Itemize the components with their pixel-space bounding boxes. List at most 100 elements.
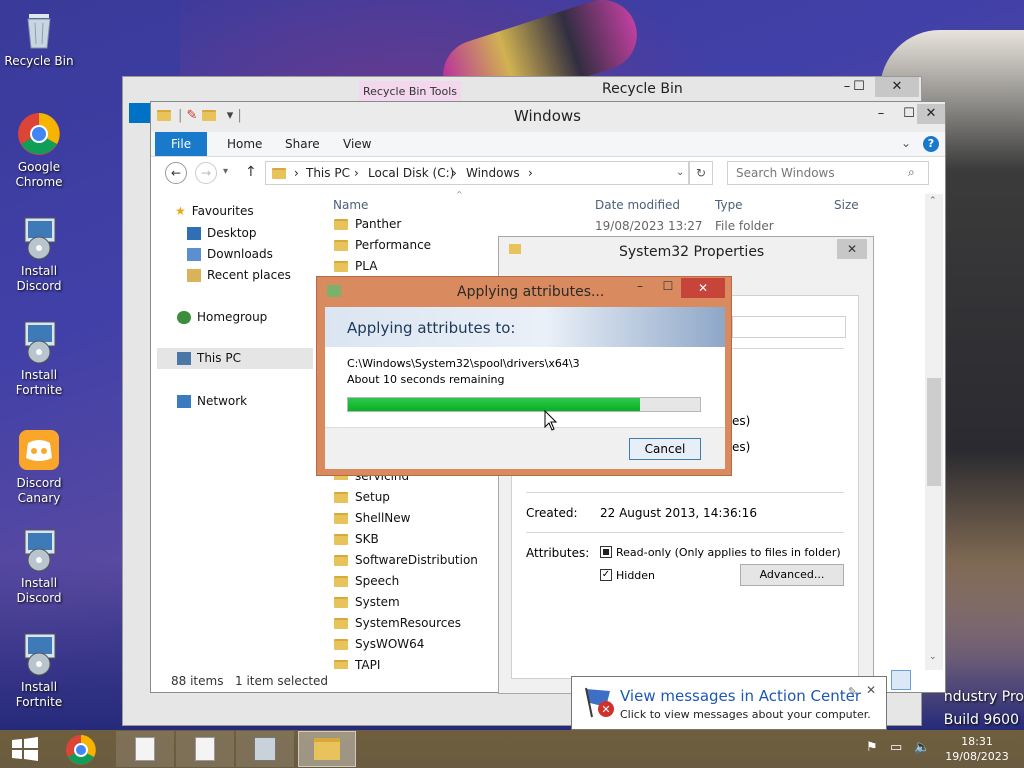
desktop-icon-install-discord[interactable]: Install Discord — [0, 528, 78, 606]
address-dropdown-icon[interactable]: ⌄ — [676, 167, 684, 178]
desktop-icon-install-fortnite[interactable]: Install Fortnite — [0, 320, 78, 398]
list-item[interactable]: SKB — [334, 529, 379, 550]
settings-icon[interactable]: ✎ — [848, 685, 857, 698]
large-icons-view-icon[interactable] — [915, 670, 935, 690]
dialog-header: Applying attributes to: — [325, 307, 725, 347]
close-button[interactable]: ✕ — [681, 278, 725, 298]
network-tray-icon[interactable]: ▭ — [890, 740, 902, 755]
taskbar-file-explorer-button[interactable] — [298, 731, 356, 767]
list-item[interactable]: SoftwareDistribution — [334, 550, 478, 571]
close-icon[interactable]: ✕ — [866, 683, 876, 697]
taskbar-notepad-button[interactable] — [176, 731, 234, 767]
close-button[interactable]: ✕ — [875, 77, 919, 97]
cancel-button[interactable]: Cancel — [629, 438, 701, 460]
breadcrumb-windows[interactable]: Windows — [466, 166, 520, 180]
tab-home[interactable]: Home — [215, 132, 274, 156]
volume-muted-icon[interactable]: 🔈 — [914, 740, 930, 755]
search-box[interactable]: Search Windows ⌕ — [727, 161, 929, 185]
tab-view[interactable]: View — [331, 132, 383, 156]
breadcrumb-separator: › — [452, 166, 457, 180]
hidden-checkbox[interactable]: ✓ — [600, 569, 612, 581]
vertical-scrollbar[interactable]: ⌃ ⌄ — [925, 194, 943, 670]
readonly-checkbox[interactable] — [600, 546, 612, 558]
column-header-size[interactable]: Size — [834, 198, 859, 212]
status-selection: 1 item selected — [235, 674, 329, 688]
taskbar-chrome-icon[interactable] — [64, 733, 98, 767]
attributes-label: Attributes: — [526, 546, 590, 560]
breadcrumb-separator: › — [528, 166, 533, 180]
recycle-bin-tools-tab[interactable]: Recycle Bin Tools — [359, 81, 461, 103]
desktop-icon-install-discord[interactable]: Install Discord — [0, 216, 78, 294]
system-clock[interactable]: 18:31 19/08/2023 — [938, 734, 1016, 764]
properties-partial-text: es) — [732, 440, 751, 454]
folder-icon — [334, 618, 348, 629]
breadcrumb-local-disk[interactable]: Local Disk (C:) — [368, 166, 454, 180]
column-header-name[interactable]: Name — [333, 198, 368, 212]
expand-ribbon-icon[interactable]: ⌄ — [901, 136, 911, 150]
list-item[interactable]: Performance — [334, 235, 431, 256]
list-item[interactable]: SystemResources — [334, 613, 461, 634]
sidebar-item-homegroup[interactable]: Homegroup — [177, 310, 267, 324]
sidebar-item-desktop[interactable]: Desktop — [187, 226, 257, 240]
list-item[interactable]: Setup — [334, 487, 390, 508]
recent-places-icon — [187, 269, 201, 282]
column-header-date[interactable]: Date modified — [595, 198, 680, 212]
maximize-button[interactable]: ☐ — [845, 77, 873, 97]
list-item[interactable]: Speech — [334, 571, 399, 592]
list-item[interactable]: System — [334, 592, 400, 613]
desktop-icon-install-fortnite[interactable]: Install Fortnite — [0, 632, 78, 710]
file-name: Speech — [355, 574, 400, 588]
forward-button[interactable]: → — [195, 162, 217, 184]
apply-attributes-dialog[interactable]: Applying attributes... – ☐ ✕ Applying at… — [316, 276, 732, 476]
recent-locations-icon[interactable]: ▾ — [223, 166, 228, 177]
up-button[interactable]: ↑ — [245, 164, 257, 180]
sidebar-item-downloads[interactable]: Downloads — [187, 247, 273, 261]
sidebar-favourites[interactable]: ★ Favourites — [175, 204, 254, 218]
refresh-icon[interactable]: ↻ — [689, 161, 713, 185]
help-icon[interactable]: ? — [923, 136, 939, 152]
scrollbar-thumb[interactable] — [927, 378, 941, 486]
clock-date: 19/08/2023 — [945, 750, 1009, 763]
minimize-button[interactable]: – — [627, 279, 653, 299]
list-item[interactable]: Panther — [334, 214, 401, 235]
list-item[interactable]: PLA — [334, 256, 377, 277]
folder-icon — [509, 244, 521, 254]
list-item[interactable]: ShellNew — [334, 508, 410, 529]
column-header-type[interactable]: Type — [715, 198, 743, 212]
back-button[interactable]: ← — [165, 162, 187, 184]
minimize-button[interactable]: – — [867, 104, 895, 124]
address-bar[interactable]: › This PC › Local Disk (C:) › Windows › … — [265, 161, 689, 185]
tab-share[interactable]: Share — [273, 132, 332, 156]
search-input[interactable]: Search Windows — [736, 166, 835, 180]
desktop-icon-discord-canary[interactable]: Discord Canary — [0, 428, 78, 506]
maximize-button[interactable]: ☐ — [655, 279, 681, 299]
taskbar-installer-button[interactable] — [236, 731, 294, 767]
discord-canary-icon — [17, 428, 61, 472]
advanced-button[interactable]: Advanced... — [740, 564, 844, 586]
close-button[interactable]: ✕ — [837, 239, 867, 259]
taskbar-notepad-button[interactable] — [116, 731, 174, 767]
dialog-heading: Applying attributes to: — [347, 319, 516, 337]
action-center-notification[interactable]: ✕ View messages in Action Center Click t… — [571, 676, 887, 730]
hidden-label: Hidden — [616, 569, 656, 582]
breadcrumb-this-pc[interactable]: This PC — [306, 166, 350, 180]
list-item[interactable]: TAPI — [334, 655, 380, 669]
action-center-tray-icon[interactable]: ⚑ — [866, 740, 878, 755]
start-button[interactable] — [10, 736, 40, 762]
sidebar-item-recent-places[interactable]: Recent places — [187, 268, 291, 282]
file-name: Panther — [355, 217, 402, 231]
details-view-icon[interactable] — [891, 670, 911, 690]
ribbon: File Home Share View ⌄ ? — [151, 132, 945, 157]
tab-file[interactable]: File — [155, 132, 208, 156]
quick-access-toolbar[interactable]: | ✎ ▾ | — [157, 108, 242, 123]
desktop-icon-recycle-bin[interactable]: Recycle Bin — [0, 6, 78, 69]
desktop-icon-google-chrome[interactable]: Google Chrome — [0, 112, 78, 190]
sidebar-item-network[interactable]: Network — [177, 394, 247, 408]
close-button[interactable]: ✕ — [917, 104, 945, 124]
sidebar-item-this-pc[interactable]: This PC — [157, 348, 313, 369]
file-name: SystemResources — [355, 616, 462, 630]
search-icon[interactable]: ⌕ — [908, 165, 915, 180]
list-item[interactable]: SysWOW64 — [334, 634, 424, 655]
breadcrumb-separator: › — [354, 166, 359, 180]
notification-title[interactable]: View messages in Action Center — [620, 687, 861, 705]
